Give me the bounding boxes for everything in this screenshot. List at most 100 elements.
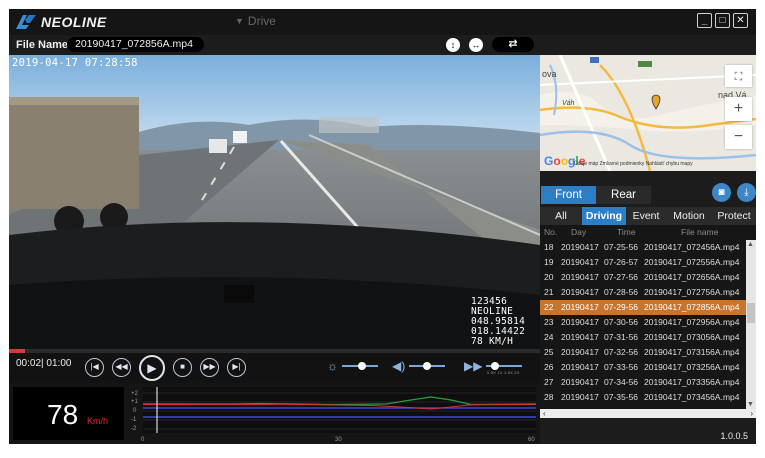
gsensor-ytick: -1: [131, 417, 137, 423]
gsensor-ytick: +1: [131, 399, 139, 405]
playback-speed-knob[interactable]: [491, 362, 500, 370]
app-version: 1.0.0.5: [720, 431, 748, 441]
brightness-track[interactable]: [342, 362, 378, 370]
scroll-down-icon[interactable]: ▼: [747, 401, 754, 408]
map-attribution[interactable]: Údaje máp Zmluvné podmienky Nahlásiť chy…: [574, 161, 693, 167]
table-row[interactable]: 25 20190417 07-32-56 20190417_073156A.mp4: [540, 345, 746, 360]
gsensor-ytick: 0: [133, 408, 137, 414]
window-controls: _ □ ✕: [697, 13, 748, 28]
cell-file: 20190417_073156A.mp4: [644, 347, 740, 357]
column-header-day: Day: [571, 227, 587, 237]
gsensor-xtick: 60: [528, 437, 535, 443]
swap-camera-icon[interactable]: ⇄: [492, 37, 534, 52]
skip-previous-icon[interactable]: |◀: [85, 358, 104, 377]
cell-day: 20190417: [561, 392, 599, 402]
cell-file: 20190417_073056A.mp4: [644, 332, 740, 342]
scroll-right-icon[interactable]: ›: [750, 409, 753, 418]
table-row[interactable]: 19 20190417 07-26-57 20190417_072556A.mp4: [540, 255, 746, 270]
playback-controls: 00:02| 01:00 |◀ ◀◀ ▶ ■ ▶▶ ▶| ☼ ◀) ▶▶ 0.5…: [9, 353, 540, 383]
close-icon[interactable]: ✕: [733, 13, 748, 28]
cell-day: 20190417: [561, 287, 599, 297]
cell-file: 20190417_073256A.mp4: [644, 362, 740, 372]
cell-time: 07-32-56: [604, 347, 639, 357]
tab-rear[interactable]: Rear: [596, 186, 651, 204]
flip-vertical-icon[interactable]: ↕: [446, 38, 460, 52]
cell-file: 20190417_072456A.mp4: [644, 242, 740, 252]
fullscreen-icon[interactable]: ⛶: [725, 65, 752, 87]
file-list-rows: 18 20190417 07-25-56 20190417_072456A.mp4 19…: [540, 240, 746, 405]
play-icon[interactable]: ▶: [139, 355, 165, 381]
cell-no: 24: [544, 332, 554, 342]
cell-file: 20190417_072756A.mp4: [644, 287, 740, 297]
fast-forward-icon[interactable]: ▶▶: [200, 358, 219, 377]
cell-day: 20190417: [561, 332, 599, 342]
cell-file: 20190417_072856A.mp4: [644, 302, 740, 312]
filter-protect[interactable]: Protect: [712, 207, 756, 225]
minimize-icon[interactable]: _: [697, 13, 712, 28]
snapshot-camera-icon[interactable]: ◙: [712, 183, 731, 202]
cell-day: 20190417: [561, 302, 599, 312]
cell-no: 23: [544, 317, 554, 327]
filter-driving[interactable]: Driving: [582, 207, 626, 225]
volume-knob[interactable]: [423, 362, 432, 370]
stop-icon[interactable]: ■: [173, 358, 192, 377]
tab-front[interactable]: Front: [541, 186, 596, 204]
playback-speed-scale: 0.5X 1X 1.5X 2X: [487, 370, 520, 375]
brightness-slider[interactable]: ☼: [327, 359, 378, 373]
table-row[interactable]: 27 20190417 07-34-56 20190417_073356A.mp4: [540, 375, 746, 390]
rewind-icon[interactable]: ◀◀: [112, 358, 131, 377]
table-row[interactable]: 21 20190417 07-28-56 20190417_072756A.mp4: [540, 285, 746, 300]
scroll-left-icon[interactable]: ‹: [543, 409, 546, 418]
flip-horizontal-icon[interactable]: ↔: [469, 38, 483, 52]
cell-file: 20190417_073356A.mp4: [644, 377, 740, 387]
gsensor-graph: +2 +1 0 -1 -2 0 30 60: [131, 387, 536, 443]
volume-track[interactable]: [409, 362, 446, 370]
scroll-up-icon[interactable]: ▲: [747, 241, 754, 248]
app-window: NEOLINE ▼ Drive _ □ ✕ File Name 20190417…: [9, 9, 756, 444]
speed-value: 78: [47, 399, 79, 430]
neoline-logo-icon: [16, 15, 36, 29]
drive-menu[interactable]: ▼ Drive: [235, 14, 276, 28]
table-row[interactable]: 28 20190417 07-35-56 20190417_073456A.mp4: [540, 390, 746, 405]
cell-no: 20: [544, 272, 554, 282]
horizontal-scrollbar[interactable]: ‹ ›: [540, 409, 756, 418]
table-row[interactable]: 20 20190417 07-27-56 20190417_072656A.mp4: [540, 270, 746, 285]
filter-all[interactable]: All: [540, 207, 582, 225]
skip-next-icon[interactable]: ▶|: [227, 358, 246, 377]
time-total: 01:00: [46, 358, 72, 369]
map-place-label: Váh: [562, 100, 575, 107]
cell-file: 20190417_073456A.mp4: [644, 392, 740, 402]
table-row[interactable]: 26 20190417 07-33-56 20190417_073256A.mp4: [540, 360, 746, 375]
cell-time: 07-33-56: [604, 362, 639, 372]
volume-slider[interactable]: ◀): [392, 359, 446, 373]
gsensor-xtick: 30: [335, 437, 342, 443]
map-view[interactable]: ova nad Vá Váh ⛶ + − Google Údaje máp Zm…: [540, 55, 756, 171]
column-header-time: Time: [617, 227, 636, 237]
zoom-out-button[interactable]: −: [725, 125, 752, 149]
file-list-header: No. Day Time File name: [540, 227, 746, 239]
overlay-line: 78 KM/H: [471, 336, 514, 347]
table-row[interactable]: 22 20190417 07-29-56 20190417_072856A.mp4: [540, 300, 746, 315]
maximize-icon[interactable]: □: [715, 13, 730, 28]
column-header-file: File name: [681, 227, 719, 237]
filter-motion[interactable]: Motion: [666, 207, 712, 225]
brightness-knob[interactable]: [357, 362, 366, 370]
cell-no: 27: [544, 377, 554, 387]
table-row[interactable]: 24 20190417 07-31-56 20190417_073056A.mp4: [540, 330, 746, 345]
vertical-scrollbar[interactable]: ▲ ▼: [746, 240, 756, 409]
playback-speed-track[interactable]: [486, 362, 523, 370]
file-name-field: 20190417_072856A.mp4: [67, 37, 204, 52]
right-panel: ova nad Vá Váh ⛶ + − Google Údaje máp Zm…: [540, 35, 756, 444]
table-row[interactable]: 23 20190417 07-30-56 20190417_072956A.mp4: [540, 315, 746, 330]
filter-event[interactable]: Event: [626, 207, 666, 225]
table-row[interactable]: 18 20190417 07-25-56 20190417_072456A.mp4: [540, 240, 746, 255]
zoom-in-button[interactable]: +: [725, 97, 752, 121]
cell-time: 07-28-56: [604, 287, 639, 297]
playback-speed-icon: ▶▶: [464, 359, 483, 373]
file-list: No. Day Time File name 18 20190417 07-25-5…: [540, 225, 756, 409]
download-icon[interactable]: ⤓: [737, 183, 756, 202]
filter-tabs: All Driving Event Motion Protect: [540, 207, 756, 225]
cell-no: 19: [544, 257, 554, 267]
scrollbar-thumb[interactable]: [747, 303, 755, 323]
video-player[interactable]: 2019-04-17 07:28:58 123456 NEOLINE 048.9…: [9, 55, 540, 349]
